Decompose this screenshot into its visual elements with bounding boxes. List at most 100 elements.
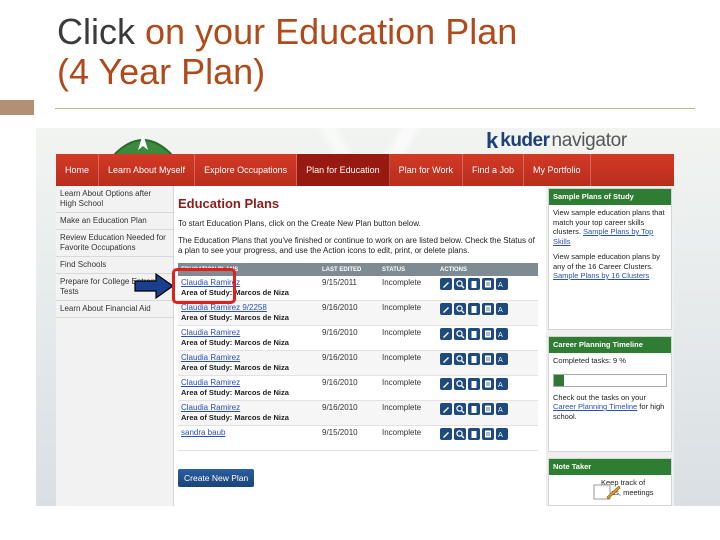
pointer-arrow-icon: [134, 272, 174, 300]
plan-area-of-study: Area of Study: Marcos de Niza: [181, 313, 289, 322]
text-size-icon[interactable]: A: [496, 328, 508, 340]
text-size-icon[interactable]: A: [496, 303, 508, 315]
pencil-icon: [593, 484, 621, 500]
sidebar-item-options-after-hs[interactable]: Learn About Options after High School: [56, 186, 173, 213]
progress-fill: [554, 374, 565, 386]
timeline-text: Check out the tasks on your: [553, 392, 646, 402]
actions-cell: A: [440, 353, 538, 365]
sidebar-item-make-plan[interactable]: Make an Education Plan: [56, 213, 173, 230]
brand-kuder: kuder: [500, 130, 550, 151]
print-icon[interactable]: [482, 328, 494, 340]
view-icon[interactable]: [454, 428, 466, 440]
edit-icon[interactable]: [440, 328, 452, 340]
edit-icon[interactable]: [440, 378, 452, 390]
print-icon[interactable]: [482, 278, 494, 290]
edit-icon[interactable]: [440, 403, 452, 415]
print-icon[interactable]: [482, 403, 494, 415]
note-taker-title: Note Taker: [549, 459, 671, 475]
nav-explore-occupations[interactable]: Explore Occupations: [195, 154, 298, 186]
svg-text:A: A: [498, 356, 503, 364]
last-edited-cell: 9/16/2010: [322, 378, 358, 387]
edit-icon[interactable]: [440, 353, 452, 365]
text-size-icon[interactable]: A: [496, 278, 508, 290]
create-new-plan-button[interactable]: Create New Plan: [178, 469, 255, 487]
plan-name-link[interactable]: Claudia Ramirez: [181, 403, 322, 413]
delete-icon[interactable]: [468, 353, 480, 365]
content-panel: Learn About Options after High School Ma…: [56, 186, 674, 506]
plan-name-link[interactable]: Claudia Ramirez: [181, 328, 322, 338]
table-row: Claudia Ramirez Area of Study: Marcos de …: [178, 376, 538, 401]
title-line2: (4 Year Plan): [57, 51, 266, 92]
nav-my-portfolio[interactable]: My Portfolio: [524, 154, 591, 186]
plan-name-link[interactable]: sandra baub: [181, 428, 322, 438]
nav-plan-for-education[interactable]: Plan for Education: [297, 154, 390, 186]
text-size-icon[interactable]: A: [496, 428, 508, 440]
title-divider: [55, 108, 695, 109]
text-size-icon[interactable]: A: [496, 378, 508, 390]
delete-icon[interactable]: [468, 403, 480, 415]
svg-text:A: A: [498, 281, 503, 289]
status-cell: Incomplete: [382, 328, 422, 337]
last-edited-cell: 9/15/2011: [322, 278, 357, 287]
print-icon[interactable]: [482, 303, 494, 315]
plan-name-link[interactable]: Claudia Ramirez 9/2258: [181, 303, 322, 313]
view-icon[interactable]: [454, 278, 466, 290]
status-cell: Incomplete: [382, 303, 422, 312]
text-size-icon[interactable]: A: [496, 353, 508, 365]
edit-icon[interactable]: [440, 428, 452, 440]
status-cell: Incomplete: [382, 378, 422, 387]
nav-plan-for-work[interactable]: Plan for Work: [390, 154, 464, 186]
plan-name-link[interactable]: Claudia Ramirez: [181, 353, 322, 363]
nav-find-a-job[interactable]: Find a Job: [463, 154, 525, 186]
delete-icon[interactable]: [468, 378, 480, 390]
kuder-k-mark: k: [486, 128, 499, 153]
sidebar-item-financial-aid[interactable]: Learn About Financial Aid: [56, 301, 173, 318]
timeline-link[interactable]: Career Planning Timeline: [553, 402, 637, 411]
actions-cell: A: [440, 278, 538, 290]
timeline-title: Career Planning Timeline: [549, 337, 671, 353]
plan-cell: Claudia Ramirez Area of Study: Marcos de …: [178, 403, 322, 423]
edit-icon[interactable]: [440, 278, 452, 290]
completed-label: Completed tasks: 9 %: [553, 356, 626, 365]
delete-icon[interactable]: [468, 428, 480, 440]
actions-cell: A: [440, 403, 538, 415]
nav-home[interactable]: Home: [56, 154, 100, 186]
view-icon[interactable]: [454, 353, 466, 365]
view-icon[interactable]: [454, 303, 466, 315]
delete-icon[interactable]: [468, 278, 480, 290]
slide-bullet-bar: [0, 100, 34, 115]
sample-link-16-clusters[interactable]: Sample Plans by 16 Clusters: [553, 271, 649, 280]
nav-learn-about-myself[interactable]: Learn About Myself: [99, 154, 196, 186]
note-taker-box: Note Taker Keep track of ideas, meetings: [548, 458, 672, 506]
sample-plans-box: Sample Plans of Study View sample educat…: [548, 188, 672, 330]
sidebar-item-review-education[interactable]: Review Education Needed for Favorite Occ…: [56, 230, 173, 257]
svg-text:A: A: [498, 406, 503, 414]
last-edited-cell: 9/16/2010: [322, 303, 358, 312]
plan-cell: Claudia Ramirez 9/2258 Area of Study: Mar…: [178, 303, 322, 323]
text-size-icon[interactable]: A: [496, 403, 508, 415]
plan-name-link[interactable]: Claudia Ramirez: [181, 378, 322, 388]
print-icon[interactable]: [482, 428, 494, 440]
plan-cell: sandra baub: [178, 428, 322, 438]
last-edited-cell: 9/15/2010: [322, 428, 358, 437]
delete-icon[interactable]: [468, 328, 480, 340]
edit-icon[interactable]: [440, 303, 452, 315]
kuder-screenshot: k kuder navigator Home Learn About Mysel…: [36, 128, 720, 506]
title-line1-b: on your Education Plan: [145, 11, 518, 52]
view-icon[interactable]: [454, 403, 466, 415]
plan-cell: Claudia Ramirez Area of Study: Marcos de …: [178, 328, 322, 348]
completed-progress-bar: [553, 373, 667, 387]
actions-cell: A: [440, 303, 538, 315]
last-edited-cell: 9/16/2010: [322, 403, 358, 412]
svg-text:A: A: [498, 331, 503, 339]
view-icon[interactable]: [454, 328, 466, 340]
actions-cell: A: [440, 428, 538, 440]
title-line1-a: Click: [57, 11, 145, 52]
view-icon[interactable]: [454, 378, 466, 390]
table-row: sandra baub 9/15/2010 Incomplete A: [178, 426, 538, 451]
print-icon[interactable]: [482, 378, 494, 390]
print-icon[interactable]: [482, 353, 494, 365]
page-title: Education Plans: [178, 196, 280, 211]
delete-icon[interactable]: [468, 303, 480, 315]
table-row: Claudia Ramirez Area of Study: Marcos de …: [178, 351, 538, 376]
